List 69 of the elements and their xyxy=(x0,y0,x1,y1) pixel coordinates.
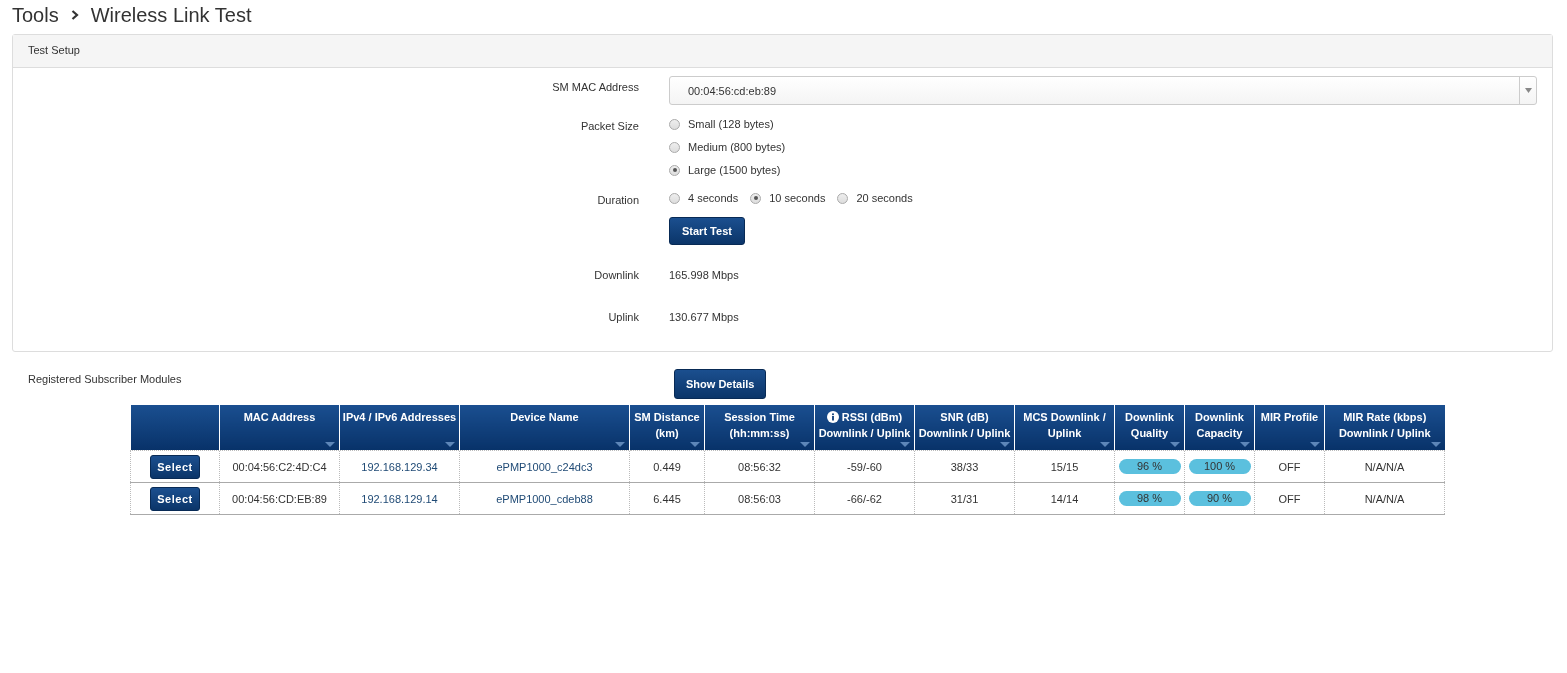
sort-arrow-icon xyxy=(1100,442,1110,447)
sort-arrow-icon xyxy=(1430,442,1441,447)
radio-option[interactable]: 4 seconds xyxy=(669,189,739,207)
sort-arrow-icon xyxy=(325,442,335,447)
table-cell: 0.449 xyxy=(653,460,681,473)
table-cell: 08:56:32 xyxy=(738,460,781,473)
select-button[interactable]: Select xyxy=(150,486,200,511)
percentage-pill: 100 % xyxy=(1188,459,1251,474)
breadcrumb-item: Wireless Link Test xyxy=(90,3,252,27)
percentage-pill: 98 % xyxy=(1118,491,1181,506)
percentage-pill: 96 % xyxy=(1118,459,1181,474)
result-value: 165.998 Mbps xyxy=(669,269,739,281)
field-label: Duration xyxy=(596,193,639,208)
sort-arrow-icon xyxy=(615,442,625,447)
column-header[interactable]: MIR Profile xyxy=(1254,405,1325,451)
table-cell: 38/33 xyxy=(950,460,979,473)
select-button[interactable]: Select xyxy=(150,454,200,479)
chevron-right-icon xyxy=(70,10,79,20)
radio-option[interactable]: Medium (800 bytes) xyxy=(669,138,1537,156)
column-header[interactable]: Downlink Quality xyxy=(1114,405,1185,451)
field-label: SM MAC Address xyxy=(551,80,639,95)
table-cell: -59/-60 xyxy=(847,460,882,473)
sort-arrow-icon xyxy=(800,442,810,447)
sort-arrow-icon xyxy=(1310,442,1320,447)
column-header[interactable]: Session Time (hh:mm:ss) xyxy=(704,405,815,451)
table-cell: N/A/N/A xyxy=(1364,492,1405,505)
table-cell: OFF xyxy=(1278,492,1301,505)
radio-option[interactable]: Large (1500 bytes) xyxy=(669,161,1537,179)
percentage-pill: 90 % xyxy=(1188,491,1251,506)
table-cell: OFF xyxy=(1278,460,1301,473)
column-header[interactable]: RSSI (dBm) Downlink / Uplink xyxy=(814,405,915,451)
column-header[interactable] xyxy=(130,405,220,451)
table-cell: -66/-62 xyxy=(847,492,882,505)
panel-title: Test Setup xyxy=(28,44,80,56)
result-label: Uplink xyxy=(607,310,639,325)
table-cell: 6.445 xyxy=(653,492,681,505)
sort-arrow-icon xyxy=(1000,442,1010,447)
table-cell: 00:04:56:C2:4D:C4 xyxy=(232,460,327,473)
field-label: Packet Size xyxy=(579,119,639,134)
table-cell: N/A/N/A xyxy=(1364,460,1405,473)
table-cell: 08:56:03 xyxy=(738,492,781,505)
radio-option[interactable]: Small (128 bytes) xyxy=(669,115,1537,133)
sort-arrow-icon xyxy=(445,442,455,447)
sort-arrow-icon xyxy=(690,442,700,447)
result-value: 130.677 Mbps xyxy=(669,311,739,323)
column-header[interactable]: SNR (dB) Downlink / Uplink xyxy=(914,405,1015,451)
breadcrumb-item[interactable]: Tools xyxy=(12,3,59,27)
sort-arrow-icon xyxy=(1170,442,1180,447)
result-label: Downlink xyxy=(593,268,639,283)
column-header[interactable]: MIR Rate (kbps) Downlink / Uplink xyxy=(1324,405,1445,451)
table-cell: 00:04:56:CD:EB:89 xyxy=(232,492,327,505)
show-details-button[interactable]: Show Details xyxy=(674,369,767,399)
radio-option[interactable]: 10 seconds xyxy=(750,189,826,207)
table-cell: 31/31 xyxy=(950,492,979,505)
table-cell: 14/14 xyxy=(1050,492,1079,505)
column-header[interactable]: SM Distance (km) xyxy=(629,405,705,451)
column-header[interactable]: MAC Address xyxy=(219,405,340,451)
column-header[interactable]: IPv4 / IPv6 Addresses xyxy=(339,405,460,451)
radio-option[interactable]: 20 seconds xyxy=(837,189,913,207)
column-header[interactable]: Downlink Capacity xyxy=(1184,405,1255,451)
column-header[interactable]: Device Name xyxy=(459,405,630,451)
table-cell: 15/15 xyxy=(1050,460,1079,473)
column-header[interactable]: MCS Downlink / Uplink xyxy=(1014,405,1115,451)
section-title: Registered Subscriber Modules xyxy=(28,372,183,385)
mac-address-dropdown[interactable]: 00:04:56:cd:eb:89 xyxy=(669,76,1537,105)
dropdown-arrow-icon xyxy=(1524,88,1532,93)
sort-arrow-icon xyxy=(1240,442,1250,447)
start-test-button[interactable]: Start Test xyxy=(669,217,745,245)
sort-arrow-icon xyxy=(900,442,910,447)
